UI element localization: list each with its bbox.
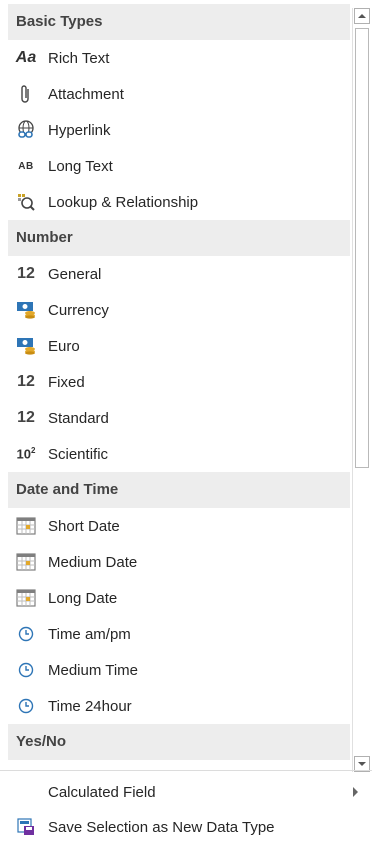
currency-icon [10,328,42,364]
menu-item-label: Hyperlink [48,121,111,139]
lookup-icon [10,184,42,220]
ab-icon: AB [18,160,34,172]
menu-item-lookup-relationship[interactable]: Lookup & Relationship [8,184,350,220]
calendar-icon [10,580,42,616]
menu-item-label: Fixed [48,373,85,391]
menu-item-attachment[interactable]: Attachment [8,76,350,112]
menu-divider [0,770,372,771]
calendar-icon [10,508,42,544]
menu-item-time-am-pm[interactable]: Time am/pm [8,616,350,652]
calendar-icon [10,544,42,580]
save-selection-item[interactable]: Save Selection as New Data Type [8,810,364,844]
menu-item-short-date[interactable]: Short Date [8,508,350,544]
scientific-icon: 102 [16,446,36,462]
menu-item-label: Scientific [48,445,109,463]
menu-item-long-date[interactable]: Long Date [8,580,350,616]
menu-item-label: Medium Date [48,553,138,571]
menu-item-standard[interactable]: 12 Standard [8,400,350,436]
data-type-list: Basic Types Aa Rich Text Attachment Hyperlin… [8,4,350,768]
menu-item-label: Long Date [48,589,118,607]
menu-item-label: Euro [48,337,80,355]
section-header: Date and Time [8,472,350,508]
section-header: Basic Types [8,4,350,40]
number-icon: 12 [17,373,35,390]
menu-item-hyperlink[interactable]: Hyperlink [8,112,350,148]
submenu-arrow-icon [353,787,358,797]
clock-icon [10,688,42,724]
menu-item-label: Attachment [48,85,124,103]
save-selection-label: Save Selection as New Data Type [48,818,275,836]
menu-item-euro[interactable]: Euro [8,328,350,364]
calculated-field-label: Calculated Field [48,783,156,801]
menu-item-label: Currency [48,301,109,319]
menu-item-label: Short Date [48,517,120,535]
arrow-down-icon [358,762,366,766]
menu-item-label: Time 24hour [48,697,132,715]
section-header: Number [8,220,350,256]
globe-link-icon [10,112,42,148]
number-icon: 12 [17,265,35,282]
menu-item-label: Lookup & Relationship [48,193,199,211]
menu-item-time-24hour[interactable]: Time 24hour [8,688,350,724]
number-icon: 12 [17,409,35,426]
menu-item-label: General [48,265,102,283]
arrow-up-icon [358,14,366,18]
menu-item-fixed[interactable]: 12 Fixed [8,364,350,400]
calculated-field-item[interactable]: Calculated Field [8,775,364,809]
scroll-up-button[interactable] [354,8,370,24]
menu-item-label: Medium Time [48,661,139,679]
clock-icon [10,616,42,652]
scroll-thumb[interactable] [355,28,369,468]
clock-icon [10,652,42,688]
paperclip-icon [10,76,42,112]
currency-icon [10,292,42,328]
section-header: Yes/No [8,724,350,760]
menu-item-rich-text[interactable]: Aa Rich Text [8,40,350,76]
vertical-scrollbar[interactable] [352,8,371,772]
save-datatype-icon [10,818,42,836]
menu-item-label: Rich Text [48,49,110,67]
menu-item-long-text[interactable]: AB Long Text [8,148,350,184]
menu-item-scientific[interactable]: 102 Scientific [8,436,350,472]
data-type-menu: Basic Types Aa Rich Text Attachment Hyperlin… [0,0,372,844]
menu-item-medium-date[interactable]: Medium Date [8,544,350,580]
menu-item-medium-time[interactable]: Medium Time [8,652,350,688]
menu-item-label: Standard [48,409,109,427]
menu-item-currency[interactable]: Currency [8,292,350,328]
aa-icon: Aa [15,49,37,66]
menu-item-general[interactable]: 12 General [8,256,350,292]
menu-item-label: Time am/pm [48,625,131,643]
menu-item-label: Long Text [48,157,113,175]
